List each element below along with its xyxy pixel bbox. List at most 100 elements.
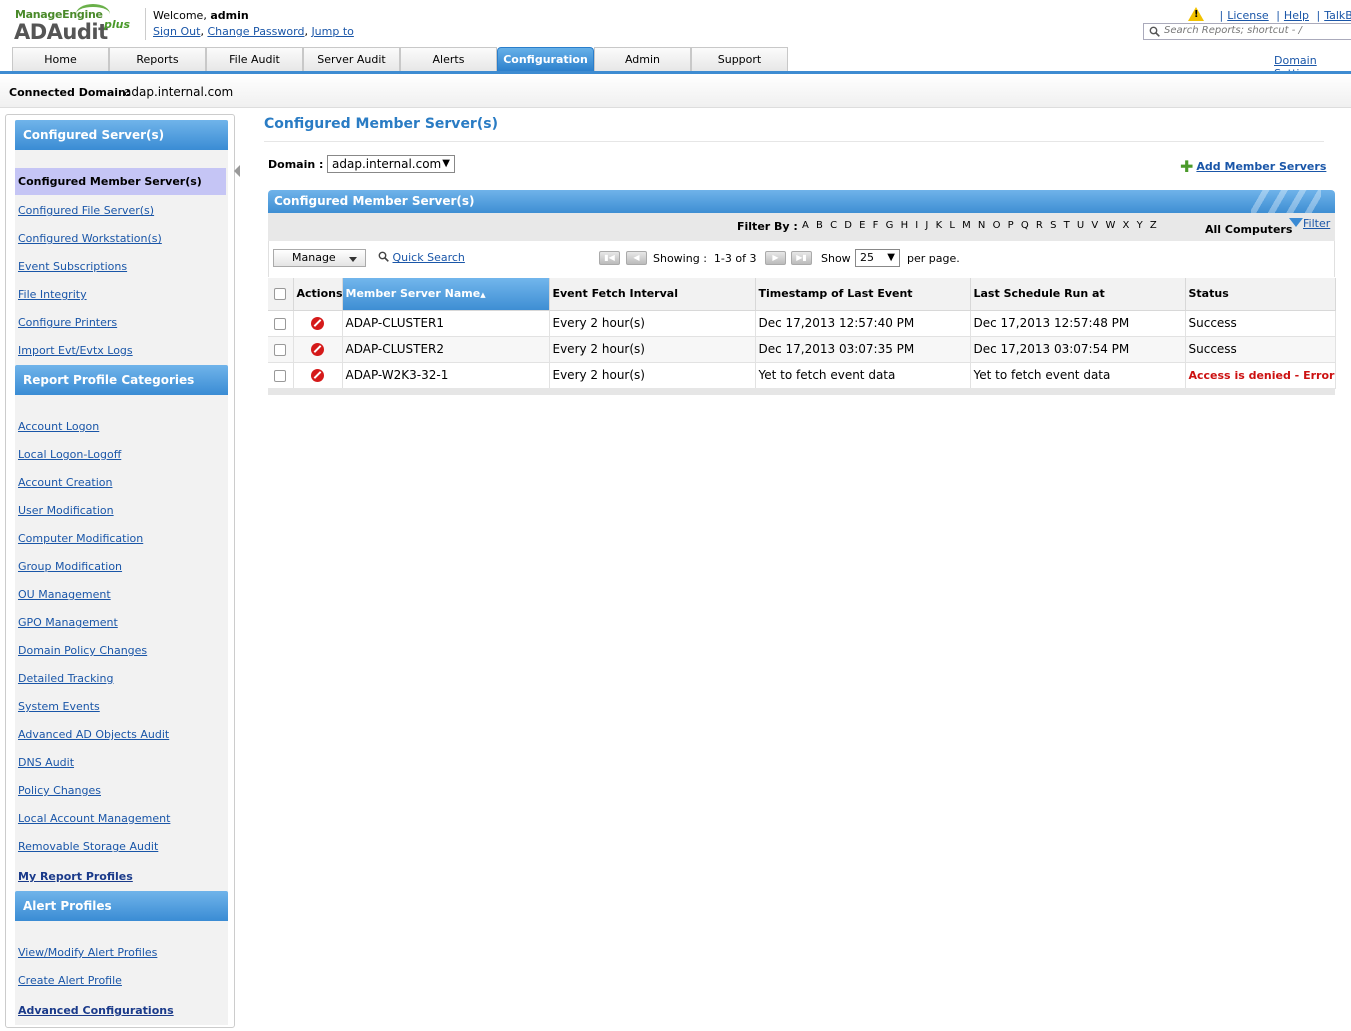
filter-letter-m[interactable]: M	[962, 220, 972, 231]
filter-letter-n[interactable]: N	[978, 220, 986, 231]
sidebar-section-configured-servers[interactable]: Configured Server(s)	[15, 120, 228, 150]
tab-admin[interactable]: Admin	[594, 47, 691, 72]
filter-letter-p[interactable]: P	[1008, 220, 1015, 231]
filter-letter-s[interactable]: S	[1050, 220, 1057, 231]
disable-icon[interactable]	[311, 317, 324, 330]
column-header-member-server-name[interactable]: Member Server Name▲	[342, 278, 550, 311]
filter-letter-i[interactable]: I	[915, 220, 919, 231]
filter-letter-q[interactable]: Q	[1021, 220, 1030, 231]
row-checkbox[interactable]	[274, 369, 287, 382]
tab-alerts[interactable]: Alerts	[400, 47, 497, 72]
prev-page-icon[interactable]: ◀	[626, 251, 647, 265]
filter-letter-f[interactable]: F	[873, 220, 880, 231]
filter-letter-j[interactable]: J	[925, 220, 929, 231]
first-page-icon[interactable]: ▮◀	[599, 251, 620, 265]
row-checkbox[interactable]	[274, 343, 287, 356]
tab-server-audit[interactable]: Server Audit	[303, 47, 400, 72]
filter-letter-u[interactable]: U	[1077, 220, 1085, 231]
sidebar-item-view-modify-alert-profiles[interactable]: View/Modify Alert Profiles	[18, 946, 157, 959]
filter-link[interactable]: Filter	[1303, 217, 1330, 230]
filter-letter-l[interactable]: L	[949, 220, 956, 231]
tab-file-audit[interactable]: File Audit	[206, 47, 303, 72]
filter-letter-h[interactable]: H	[901, 220, 910, 231]
sidebar-item-configure-printers[interactable]: Configure Printers	[18, 316, 117, 329]
sidebar-item-dns-audit[interactable]: DNS Audit	[18, 756, 74, 769]
filter-button[interactable]: Filter	[1289, 217, 1330, 230]
change-password-link[interactable]: Change Password	[207, 25, 304, 38]
filter-letter-x[interactable]: X	[1123, 220, 1131, 231]
tab-reports[interactable]: Reports	[109, 47, 206, 72]
page-size-select[interactable]: 25 ▼	[855, 249, 900, 267]
row-checkbox[interactable]	[274, 317, 287, 330]
disable-icon[interactable]	[311, 343, 324, 356]
filter-letter-d[interactable]: D	[844, 220, 853, 231]
filter-letter-v[interactable]: V	[1091, 220, 1099, 231]
filter-letter-y[interactable]: Y	[1137, 220, 1144, 231]
last-page-icon[interactable]: ▶▮	[791, 251, 812, 265]
filter-letter-e[interactable]: E	[859, 220, 866, 231]
sidebar-item-advanced-configurations[interactable]: Advanced Configurations	[18, 1004, 174, 1017]
filter-letter-k[interactable]: K	[936, 220, 944, 231]
disable-icon[interactable]	[311, 369, 324, 382]
sidebar-item-local-logon-logoff[interactable]: Local Logon-Logoff	[18, 448, 121, 461]
adaudit-logo[interactable]: ManageEngine ADAudit plus	[14, 4, 134, 44]
filter-letter-o[interactable]: O	[993, 220, 1002, 231]
sidebar-item-account-creation[interactable]: Account Creation	[18, 476, 112, 489]
column-header-last-schedule-run[interactable]: Last Schedule Run at	[970, 278, 1186, 311]
filter-letter-z[interactable]: Z	[1150, 220, 1158, 231]
talkback-link[interactable]: TalkBa	[1324, 9, 1351, 22]
help-link[interactable]: Help	[1284, 9, 1309, 22]
sidebar-item-detailed-tracking[interactable]: Detailed Tracking	[18, 672, 113, 685]
sidebar-item-computer-modification[interactable]: Computer Modification	[18, 532, 143, 545]
filter-letter-g[interactable]: G	[886, 220, 895, 231]
filter-letter-t[interactable]: T	[1064, 220, 1071, 231]
sidebar-item-event-subscriptions[interactable]: Event Subscriptions	[18, 260, 127, 273]
filter-letter-b[interactable]: B	[816, 220, 824, 231]
filter-letter-c[interactable]: C	[830, 220, 838, 231]
sidebar-section-report-profile-categories[interactable]: Report Profile Categories	[15, 365, 228, 395]
sidebar-item-account-logon[interactable]: Account Logon	[18, 420, 99, 433]
tab-support[interactable]: Support	[691, 47, 788, 72]
column-header-status[interactable]: Status	[1185, 278, 1336, 311]
sidebar-item-advanced-ad-objects-audit[interactable]: Advanced AD Objects Audit	[18, 728, 169, 741]
sidebar-item-policy-changes[interactable]: Policy Changes	[18, 784, 101, 797]
sidebar-collapse-arrow-icon[interactable]	[234, 165, 240, 177]
search-input[interactable]: Search Reports; shortcut - /	[1143, 23, 1351, 40]
status-cell-error[interactable]: Access is denied - Error ..	[1185, 362, 1336, 389]
tab-configuration[interactable]: Configuration	[497, 47, 594, 72]
sidebar-item-group-modification[interactable]: Group Modification	[18, 560, 122, 573]
column-header-event-fetch-interval[interactable]: Event Fetch Interval	[549, 278, 756, 311]
sidebar-item-my-report-profiles[interactable]: My Report Profiles	[18, 870, 133, 883]
domain-select[interactable]: adap.internal.com ▼	[327, 155, 455, 173]
add-member-servers-label[interactable]: Add Member Servers	[1196, 160, 1326, 173]
filter-letter-a[interactable]: A	[802, 220, 810, 231]
manage-dropdown[interactable]: Manage	[273, 249, 366, 267]
sidebar-item-configured-workstations[interactable]: Configured Workstation(s)	[18, 232, 162, 245]
tab-home[interactable]: Home	[12, 47, 109, 72]
sidebar-item-user-modification[interactable]: User Modification	[18, 504, 114, 517]
sidebar-item-ou-management[interactable]: OU Management	[18, 588, 111, 601]
jump-to-link[interactable]: Jump to	[311, 25, 353, 38]
quick-search-link[interactable]: Quick Search	[393, 251, 465, 264]
column-header-timestamp-last-event[interactable]: Timestamp of Last Event	[755, 278, 971, 311]
sidebar-section-alert-profiles[interactable]: Alert Profiles	[15, 891, 228, 921]
next-page-icon[interactable]: ▶	[765, 251, 786, 265]
sidebar-item-configured-member-servers[interactable]: Configured Member Server(s)	[15, 168, 226, 195]
sidebar-item-gpo-management[interactable]: GPO Management	[18, 616, 118, 629]
sidebar-item-configured-file-servers[interactable]: Configured File Server(s)	[18, 204, 154, 217]
filter-letter-r[interactable]: R	[1036, 220, 1044, 231]
sidebar-item-file-integrity[interactable]: File Integrity	[18, 288, 87, 301]
sidebar-item-local-account-management[interactable]: Local Account Management	[18, 812, 170, 825]
sidebar-item-domain-policy-changes[interactable]: Domain Policy Changes	[18, 644, 147, 657]
warning-icon[interactable]	[1188, 7, 1204, 21]
select-all-checkbox[interactable]	[274, 288, 287, 301]
add-member-servers-button[interactable]: ✚ Add Member Servers	[1180, 157, 1326, 176]
sidebar-item-import-evt-logs[interactable]: Import Evt/Evtx Logs	[18, 344, 133, 357]
sidebar-item-create-alert-profile[interactable]: Create Alert Profile	[18, 974, 122, 987]
sidebar-item-system-events[interactable]: System Events	[18, 700, 100, 713]
filter-letter-w[interactable]: W	[1105, 220, 1116, 231]
sign-out-link[interactable]: Sign Out	[153, 25, 200, 38]
license-link[interactable]: License	[1227, 9, 1268, 22]
sidebar-item-removable-storage-audit[interactable]: Removable Storage Audit	[18, 840, 158, 853]
quick-search-button[interactable]: Quick Search	[378, 251, 465, 264]
